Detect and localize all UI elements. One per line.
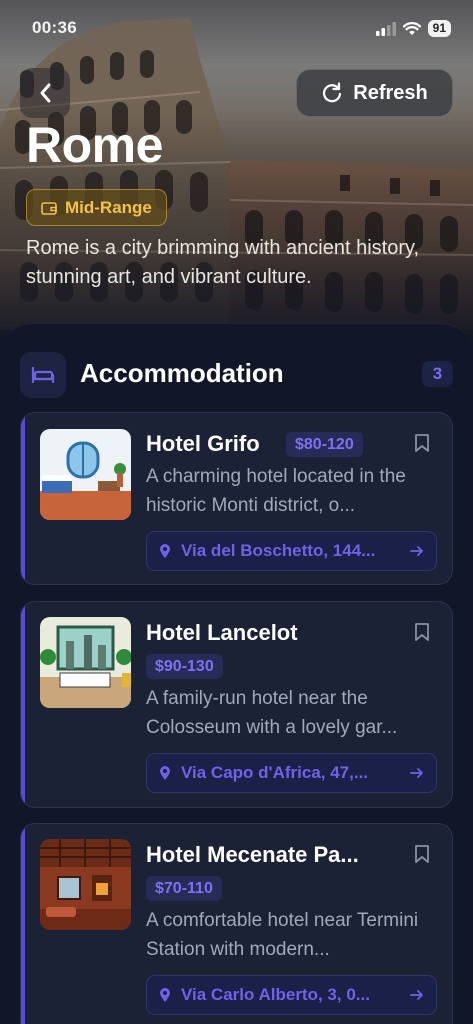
- hotel-thumbnail: [40, 617, 131, 708]
- signal-icon: [375, 21, 396, 36]
- city-description: Rome is a city brimming with ancient his…: [26, 237, 420, 288]
- bookmark-icon[interactable]: [414, 622, 430, 642]
- refresh-label: Refresh: [353, 81, 428, 104]
- arrow-right-icon: [410, 768, 423, 778]
- chevron-left-icon: [40, 83, 51, 103]
- city-title: Rome: [26, 117, 163, 173]
- card-accent-bar: [21, 413, 25, 584]
- wallet-icon: [41, 201, 57, 215]
- bed-icon: [20, 352, 66, 398]
- hotel-card[interactable]: Hotel Grifo $80-120 A charming hotel loc…: [20, 412, 453, 585]
- location-pin-icon: [160, 544, 170, 558]
- hotel-name: Hotel Lancelot: [146, 620, 298, 645]
- card-accent-bar: [21, 824, 25, 1024]
- refresh-icon: [323, 82, 342, 103]
- back-button[interactable]: [20, 68, 70, 118]
- wifi-icon: [402, 21, 421, 35]
- hotel-card[interactable]: Hotel Lancelot $90-130 A family-run hote…: [20, 601, 453, 808]
- hotel-card[interactable]: Hotel Mecenate Pa... $70-110 A comfortab…: [20, 823, 453, 1024]
- status-bar: 00:36 91: [0, 0, 473, 56]
- hotel-description: A family-run hotel near the Colosseum wi…: [146, 688, 398, 738]
- bookmark-icon[interactable]: [414, 433, 430, 453]
- hotel-address: Via Capo d'Africa, 47,...: [181, 763, 369, 782]
- hotel-price-badge: $90-130: [146, 654, 223, 679]
- hotel-thumbnail: [40, 429, 131, 520]
- hotel-address-button[interactable]: Via Capo d'Africa, 47,...: [146, 753, 437, 793]
- budget-badge: Mid-Range: [26, 189, 167, 226]
- hotel-address: Via del Boschetto, 144...: [181, 541, 376, 560]
- hotel-thumbnail: [40, 839, 131, 930]
- hotel-description: A comfortable hotel near Termini Station…: [146, 910, 419, 960]
- hotel-address-button[interactable]: Via del Boschetto, 144...: [146, 531, 437, 571]
- budget-label: Mid-Range: [65, 197, 152, 217]
- accommodation-section-header: Accommodation 3: [20, 350, 453, 398]
- status-icons: 91: [375, 20, 451, 37]
- section-count-badge: 3: [422, 361, 453, 387]
- hotel-address-button[interactable]: Via Carlo Alberto, 3, 0...: [146, 975, 437, 1015]
- location-pin-icon: [160, 766, 170, 780]
- hotel-name: Hotel Mecenate Pa...: [146, 842, 359, 867]
- hotel-name: Hotel Grifo: [146, 431, 260, 456]
- refresh-button[interactable]: Refresh: [296, 69, 453, 117]
- arrow-right-icon: [410, 546, 423, 556]
- hotel-price-badge: $80-120: [286, 432, 363, 457]
- hotel-description: A charming hotel located in the historic…: [146, 466, 406, 516]
- battery-level: 91: [427, 20, 451, 37]
- card-accent-bar: [21, 602, 25, 807]
- hotel-address: Via Carlo Alberto, 3, 0...: [181, 985, 370, 1004]
- hotel-price-badge: $70-110: [146, 876, 222, 901]
- section-title: Accommodation: [80, 358, 284, 388]
- bookmark-icon[interactable]: [414, 844, 430, 864]
- status-time: 00:36: [32, 18, 77, 37]
- location-pin-icon: [160, 988, 170, 1002]
- arrow-right-icon: [410, 990, 423, 1000]
